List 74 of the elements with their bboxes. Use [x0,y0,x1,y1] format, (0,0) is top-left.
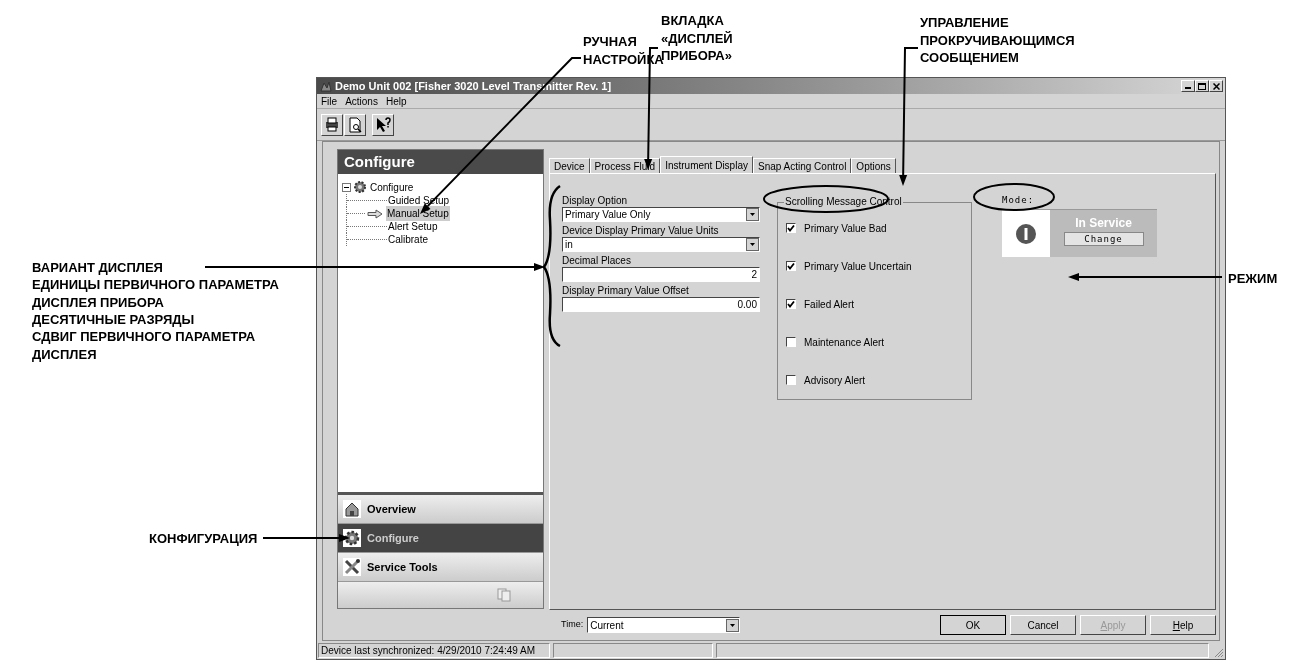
input-field[interactable]: 2 [562,267,760,282]
field-label: Decimal Places [562,254,632,267]
print-button[interactable] [321,113,343,136]
gear-icon [343,529,361,547]
callout-label: СДВИГ ПЕРВИЧНОГО ПАРАМЕТРА ДИСПЛЕЯ [32,328,257,363]
input-field[interactable]: 0.00 [562,297,760,312]
checkbox[interactable] [786,375,796,385]
checkbox-label: Primary Value Uncertain [804,259,912,274]
mode-label: Mode: [1002,194,1036,207]
tab[interactable]: Instrument Display [660,156,753,173]
dialog-button[interactable]: Cancel [1010,615,1076,635]
callout-label: ВАРИАНТ ДИСПЛЕЯ [32,259,164,277]
collapse-icon[interactable] [342,182,351,192]
printer-icon [323,115,341,134]
menu-item[interactable]: Help [385,93,407,109]
preview-button[interactable] [344,113,366,136]
nav-button[interactable]: Service Tools [338,553,543,582]
field-label: Device Display Primary Value Units [562,224,720,237]
check-icon [787,262,795,270]
wrench-screwdriver-icon [343,558,361,576]
help-pointer-button[interactable] [372,113,394,136]
callout-label: РЕЖИМ [1228,270,1279,288]
gear-icon [353,180,367,194]
resize-grip-icon [1212,646,1224,658]
menu-item[interactable]: File [321,93,338,109]
close-button[interactable] [1209,80,1223,92]
close-icon [1212,82,1220,90]
callout-label: ДЕСЯТИЧНЫЕ РАЗРЯДЫ [32,311,196,329]
checkbox[interactable] [786,223,796,233]
callout-label: ЕДИНИЦЫ ПЕРВИЧНОГО ПАРАМЕТРА ДИСПЛЕЯ ПРИБОРА [32,276,280,311]
field-label: Display Option [562,194,629,207]
tab[interactable]: Snap Acting Control [752,158,852,173]
checkbox-label: Advisory Alert [804,373,866,388]
checkbox-label: Failed Alert [804,297,855,312]
callout-label: КОНФИГУРАЦИЯ [149,530,259,548]
status-text: Device last synchronized: 4/29/2010 7:24:49 AM [318,643,550,658]
checkbox[interactable] [786,261,796,271]
dialog-button[interactable]: Help [1150,615,1216,635]
menu-item[interactable]: Actions [345,93,378,109]
nav-button[interactable]: Configure [338,524,543,553]
dropdown[interactable]: Current [587,617,741,633]
checkbox[interactable] [786,337,796,347]
page-magnifier-icon [346,115,364,134]
tree-item[interactable]: Alert Setup [387,219,439,234]
checkbox-label: Maintenance Alert [804,335,885,350]
check-icon [787,300,795,308]
dialog-button[interactable]: OK [940,615,1006,635]
check-icon [787,224,795,232]
minimize-button[interactable] [1181,80,1195,92]
pointer-question-icon [374,115,392,134]
power-icon [1015,222,1037,245]
tab[interactable]: Device [549,158,590,173]
checkbox[interactable] [786,299,796,309]
dropdown[interactable]: in [562,237,760,252]
tab[interactable]: Options [851,158,896,173]
nav-button[interactable]: Overview [338,495,543,524]
time-label: Time: [561,618,584,632]
maximize-button[interactable] [1195,80,1209,92]
checkbox-label: Primary Value Bad [804,221,887,236]
app-icon [319,79,333,93]
maximize-icon [1198,82,1206,90]
field-label: Display Primary Value Offset [562,284,690,297]
arrow-icon [367,208,383,219]
tree-item[interactable]: Calibrate [387,232,430,247]
tree-item[interactable]: Configure [369,179,415,195]
callout-label: УПРАВЛЕНИЕ ПРОКРУЧИВАЮЩИМСЯ СООБЩЕНИЕМ [920,14,1076,67]
copy-icon [497,588,511,602]
mode-status: In Service [1075,216,1132,230]
house-icon [343,500,361,518]
panel-header: Configure [338,150,543,174]
change-button[interactable]: Change [1063,232,1144,246]
minimize-icon [1185,87,1191,89]
splitter-handle[interactable] [338,492,543,495]
dropdown[interactable]: Primary Value Only [562,207,760,222]
